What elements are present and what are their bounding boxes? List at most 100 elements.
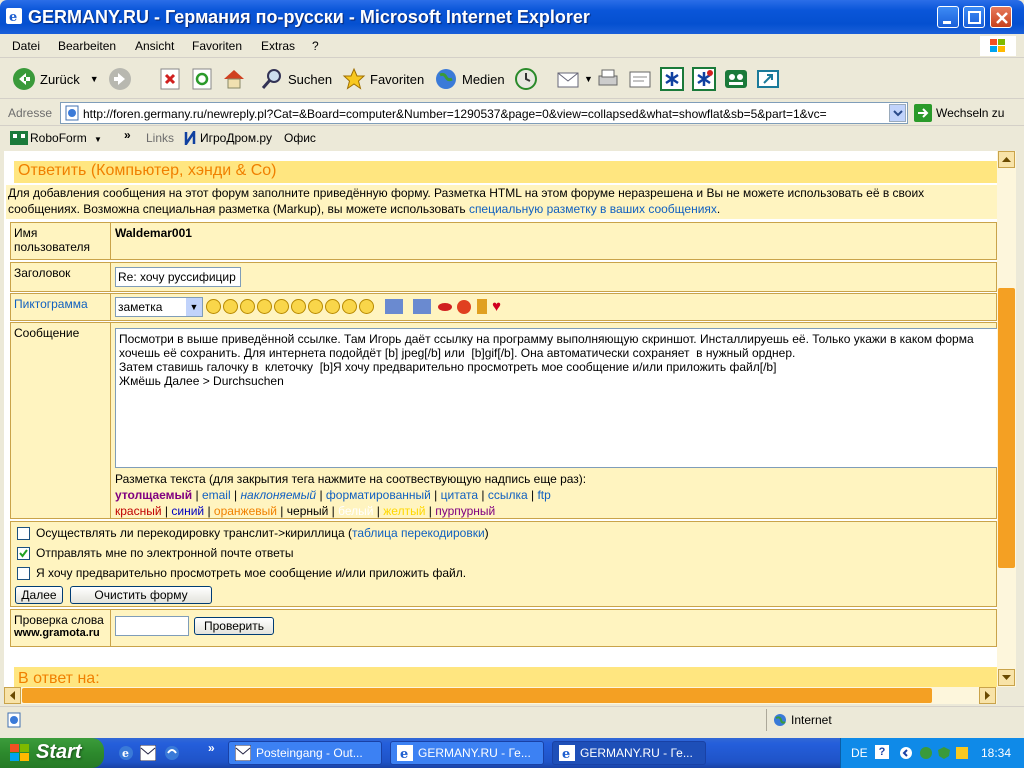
edit-button[interactable] [628,65,652,93]
markup-url-link[interactable]: ссылка [488,488,528,502]
markup-italic-link[interactable]: наклоняемый [240,488,316,502]
help-icon[interactable]: ? [875,745,889,759]
frown-icon[interactable] [223,299,238,314]
email-replies-checkbox[interactable] [17,547,30,561]
link-igrodrom[interactable]: ИгроДром.ру [200,131,272,145]
color-black-link[interactable]: черный [287,504,329,518]
menu-help[interactable]: ? [312,39,319,53]
task-germany-2[interactable]: e GERMANY.RU - Ге... [552,741,706,765]
close-button[interactable] [990,6,1012,28]
menu-favoriten[interactable]: Favoriten [192,39,242,53]
back-button[interactable]: Zurück ▼ [12,65,99,93]
tray-network-icon[interactable] [919,746,933,760]
spellcheck-button[interactable]: Проверить [194,617,274,635]
back-dropdown-icon[interactable]: ▼ [90,74,99,84]
favorites-button[interactable]: Favoriten [342,65,424,93]
menu-ansicht[interactable]: Ansicht [135,39,174,53]
roboform-menu[interactable]: RoboForm [30,131,87,145]
home-button[interactable] [222,65,246,93]
clear-form-button[interactable]: Очистить форму [70,586,212,604]
grin-icon[interactable] [274,299,289,314]
tray-update-icon[interactable] [955,746,969,760]
scroll-right-arrow-icon[interactable] [979,687,996,704]
scroll-left-arrow-icon[interactable] [4,687,21,704]
scroll-up-arrow-icon[interactable] [998,151,1015,168]
scroll-down-arrow-icon[interactable] [998,669,1015,686]
color-purple-link[interactable]: пурпурный [435,504,495,518]
markup-quote-link[interactable]: цитата [441,488,478,502]
vertical-scroll-thumb[interactable] [998,288,1015,568]
tool-button-1[interactable] [660,65,684,93]
refresh-button[interactable] [190,65,214,93]
forward-button[interactable] [108,65,132,93]
tongue-icon[interactable] [342,299,357,314]
markup-bold-link[interactable]: утолщаемый [115,488,192,502]
trophy-icon[interactable] [476,299,487,314]
color-blue-link[interactable]: синий [171,504,204,518]
wink-icon[interactable] [359,299,374,314]
search-button[interactable]: Suchen [260,65,332,93]
go-button[interactable]: Wechseln zu [914,104,1004,122]
mail-button[interactable]: ▼ [556,65,593,93]
color-white-link[interactable]: белый [338,504,373,518]
lips-icon[interactable] [438,302,453,311]
language-indicator[interactable]: DE [851,746,868,760]
confused-icon[interactable] [240,299,255,314]
task-germany-1[interactable]: e GERMANY.RU - Ге... [390,741,544,765]
tray-security-icon[interactable] [937,746,951,760]
maximize-button[interactable] [963,6,985,28]
vertical-scrollbar[interactable] [997,151,1016,687]
quicklaunch-more-icon[interactable]: » [208,741,215,755]
chevron-more-icon[interactable]: » [124,128,131,142]
translit-table-link[interactable]: таблица перекодировки [352,526,485,540]
markup-email-link[interactable]: email [202,488,231,502]
mail-dropdown-icon[interactable]: ▼ [584,74,593,84]
smiley-icon[interactable] [206,299,221,314]
markup-ftp-link[interactable]: ftp [537,488,550,502]
heart-icon[interactable]: ♥ [492,298,501,315]
next-button[interactable]: Далее [15,586,63,604]
cool-icon[interactable] [257,299,272,314]
preview-checkbox[interactable] [17,567,30,581]
link-office[interactable]: Офис [284,131,316,145]
color-red-link[interactable]: красный [115,504,162,518]
messenger-button[interactable] [724,65,748,93]
icon-label-link[interactable]: Пиктограмма [11,294,111,320]
shocked-icon[interactable] [325,299,340,314]
message-textarea[interactable]: Посмотри в выше приведённой ссылке. Там … [115,328,997,468]
menu-bearbeiten[interactable]: Bearbeiten [58,39,116,53]
quicklaunch-messenger-icon[interactable] [164,745,180,761]
markup-pre-link[interactable]: форматированный [326,488,431,502]
mad-icon[interactable] [308,299,323,314]
history-button[interactable] [514,65,538,93]
task-outlook[interactable]: Posteingang - Out... [228,741,382,765]
quicklaunch-ie-icon[interactable]: e [118,745,134,761]
resize-button[interactable] [756,65,780,93]
translit-checkbox[interactable] [17,527,30,541]
horizontal-scroll-thumb[interactable] [22,688,932,703]
laugh-icon[interactable] [291,299,306,314]
color-orange-link[interactable]: оранжевый [214,504,277,518]
quicklaunch-outlook-icon[interactable] [140,745,156,761]
subject-input[interactable]: Re: хочу руссифицир [115,267,241,287]
address-dropdown-button[interactable] [889,104,906,122]
icon-select-dropdown-icon[interactable]: ▼ [186,298,202,316]
minimize-button[interactable] [937,6,959,28]
address-input[interactable]: http://foren.germany.ru/newreply.pl?Cat=… [60,102,908,124]
thumbs-up-icon[interactable] [385,299,404,314]
stop-button[interactable] [158,65,182,93]
print-button[interactable] [596,65,620,93]
start-button[interactable]: Start [0,738,104,768]
menu-datei[interactable]: Datei [12,39,40,53]
roboform-dropdown-icon[interactable]: ▼ [94,135,102,144]
tray-expand-icon[interactable] [899,746,913,760]
tool-button-2[interactable] [692,65,716,93]
spellcheck-input[interactable] [115,616,189,636]
media-button[interactable]: Medien [434,65,505,93]
horizontal-scrollbar[interactable] [4,687,997,704]
menu-extras[interactable]: Extras [261,39,295,53]
color-yellow-link[interactable]: желтый [383,504,425,518]
thumbs-down-icon[interactable] [412,299,431,314]
icon-select[interactable]: заметка ▼ [115,297,203,317]
markup-help-link[interactable]: специальную разметку в ваших сообщениях [469,202,717,216]
